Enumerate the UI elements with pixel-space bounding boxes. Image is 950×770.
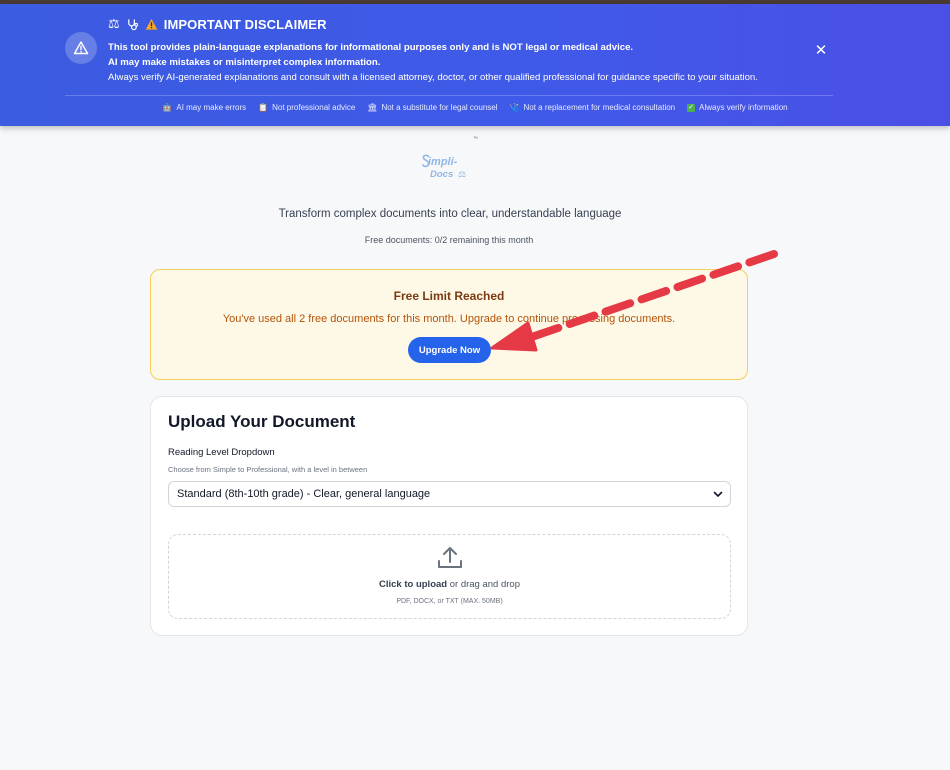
reading-level-select[interactable]: Standard (8th-10th grade) - Clear, gener… — [168, 481, 731, 507]
chevron-down-icon — [713, 491, 723, 497]
chip-not-legal: 🏛 Not a substitute for legal counsel — [367, 103, 497, 112]
upgrade-now-button[interactable]: Upgrade Now — [408, 337, 491, 363]
click-to-upload-link[interactable]: Click to upload — [379, 579, 447, 590]
disclaimer-title-row: ⚖ IMPORTANT DISCLAIMER — [108, 16, 327, 32]
courthouse-icon: 🏛 — [367, 103, 378, 112]
chip-ai-errors: 🤖 AI may make errors — [162, 103, 246, 112]
logo-text-1: impli- — [428, 156, 458, 168]
disclaimer-chips: 🤖 AI may make errors 📋 Not professional … — [0, 103, 950, 112]
chip-label: Not professional advice — [272, 103, 356, 112]
disclaimer-text: This tool provides plain-language explan… — [108, 40, 758, 85]
file-dropzone[interactable]: Click to upload or drag and drop PDF, DO… — [168, 534, 731, 619]
limit-message: You've used all 2 free documents for thi… — [222, 313, 676, 325]
dropzone-text: Click to upload or drag and drop — [169, 579, 730, 590]
logo-text-2: Docs — [430, 169, 454, 180]
scales-icon: ⚖ — [458, 169, 467, 179]
chip-not-medical: 🩺 Not a replacement for medical consulta… — [510, 103, 676, 112]
scales-icon: ⚖ — [108, 16, 120, 31]
robot-icon: 🤖 — [162, 103, 173, 112]
page-tagline: Transform complex documents into clear, … — [278, 208, 622, 220]
chip-label: AI may make errors — [176, 103, 247, 112]
reading-level-help: Choose from Simple to Professional, with… — [168, 465, 368, 474]
stethoscope-icon: 🩺 — [509, 103, 520, 112]
trademark-mark: ™ — [473, 136, 478, 142]
simplidocs-logo[interactable]: impli- Docs ⚖ — [422, 152, 472, 186]
close-icon[interactable]: ✕ — [812, 41, 830, 59]
disclaimer-banner: ⚖ IMPORTANT DISCLAIMER This tool provide… — [0, 4, 950, 126]
chip-label: Not a replacement for medical consultati… — [523, 103, 676, 112]
quota-status: Free documents: 0/2 remaining this month — [364, 235, 534, 245]
disclaimer-line-3: Always verify AI-generated explanations … — [108, 72, 758, 83]
chip-label: Always verify information — [699, 103, 788, 112]
free-limit-alert: Free Limit Reached You've used all 2 fre… — [150, 269, 748, 380]
disclaimer-line-1: This tool provides plain-language explan… — [108, 42, 634, 53]
chip-not-advice: 📋 Not professional advice — [258, 103, 355, 112]
banner-divider — [65, 95, 833, 96]
limit-title: Free Limit Reached — [393, 289, 505, 303]
checkmark-icon: ✓ — [687, 103, 696, 112]
upload-title: Upload Your Document — [168, 412, 356, 431]
chip-verify: ✓ Always verify information — [687, 103, 788, 112]
upload-icon — [438, 547, 462, 568]
clipboard-icon: 📋 — [258, 103, 269, 112]
file-type-hint: PDF, DOCX, or TXT (MAX. 50MB) — [396, 598, 503, 605]
chip-label: Not a substitute for legal counsel — [381, 103, 498, 112]
reading-level-label: Reading Level Dropdown — [168, 447, 275, 458]
upload-card: Upload Your Document Reading Level Dropd… — [150, 396, 748, 636]
stethoscope-icon — [127, 18, 138, 30]
warning-triangle-icon — [65, 32, 97, 64]
disclaimer-line-2: AI may make mistakes or misinterpret com… — [108, 57, 381, 68]
warning-icon — [145, 18, 158, 30]
drag-drop-text: or drag and drop — [447, 579, 520, 590]
disclaimer-title: IMPORTANT DISCLAIMER — [163, 16, 327, 32]
reading-level-value: Standard (8th-10th grade) - Clear, gener… — [177, 488, 431, 500]
